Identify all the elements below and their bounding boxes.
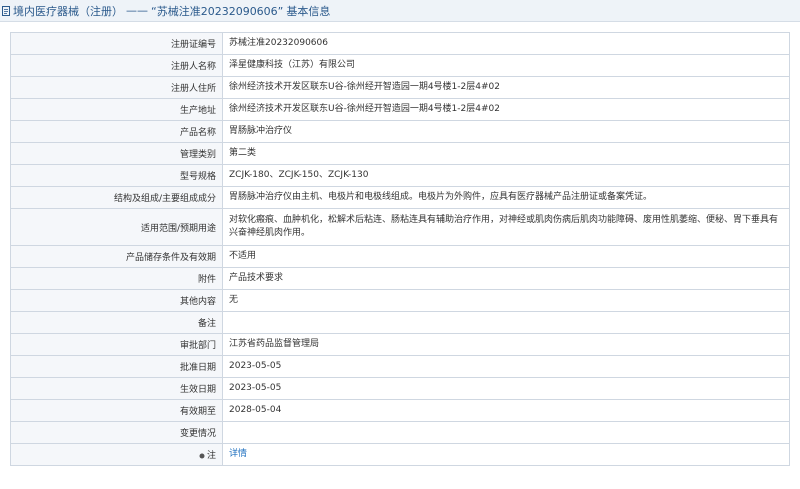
field-label: 结构及组成/主要组成成分 <box>10 186 223 209</box>
field-value: 徐州经济技术开发区联东U谷-徐州经开智造园一期4号楼1-2层4#02 <box>222 98 790 121</box>
detail-table-container: 注册证编号 苏械注准20232090606 注册人名称 泽星健康科技（江苏）有限… <box>10 32 790 466</box>
field-label: 注册人住所 <box>10 76 223 99</box>
field-label: 生产地址 <box>10 98 223 121</box>
table-row: 附件 产品技术要求 <box>10 267 790 290</box>
field-value: 详情 <box>222 443 790 466</box>
table-row: 其他内容 无 <box>10 289 790 312</box>
page-title: “苏械注准20232090606” <box>151 4 284 18</box>
field-value: 胃肠脉冲治疗仪 <box>222 120 790 143</box>
table-row: 生效日期 2023-05-05 <box>10 377 790 400</box>
table-row: 注册人名称 泽星健康科技（江苏）有限公司 <box>10 54 790 77</box>
field-label: 变更情况 <box>10 421 223 444</box>
table-row: 产品名称 胃肠脉冲治疗仪 <box>10 120 790 143</box>
field-value <box>222 311 790 334</box>
field-label: 注 <box>206 451 216 461</box>
field-label: 产品名称 <box>10 120 223 143</box>
field-label: 注册证编号 <box>10 32 223 55</box>
field-label: 适用范围/预期用途 <box>10 208 223 246</box>
document-icon <box>2 5 10 16</box>
field-label: 产品储存条件及有效期 <box>10 245 223 268</box>
table-row: 变更情况 <box>10 421 790 444</box>
field-label: 备注 <box>10 311 223 334</box>
table-row: 注 详情 <box>10 443 790 466</box>
field-value <box>222 421 790 444</box>
table-row: 型号规格 ZCJK-180、ZCJK-150、ZCJK-130 <box>10 164 790 187</box>
field-value: 胃肠脉冲治疗仪由主机、电极片和电极线组成。电极片为外购件，应具有医疗器械产品注册… <box>222 186 790 209</box>
table-row: 备注 <box>10 311 790 334</box>
field-value: 2023-05-05 <box>222 377 790 400</box>
breadcrumb-separator: —— <box>126 4 148 17</box>
pin-icon <box>199 453 205 458</box>
table-row: 适用范围/预期用途 对软化瘢痕、血肿机化，松解术后粘连、肠粘连具有辅助治疗作用，… <box>10 208 790 246</box>
table-row: 结构及组成/主要组成成分 胃肠脉冲治疗仪由主机、电极片和电极线组成。电极片为外购… <box>10 186 790 209</box>
field-value: ZCJK-180、ZCJK-150、ZCJK-130 <box>222 164 790 187</box>
note-label-cell: 注 <box>10 443 223 466</box>
field-value: 2028-05-04 <box>222 399 790 422</box>
page-header: 境内医疗器械（注册） —— “苏械注准20232090606” 基本信息 <box>0 0 800 22</box>
field-label: 注册人名称 <box>10 54 223 77</box>
field-value: 产品技术要求 <box>222 267 790 290</box>
table-row: 审批部门 江苏省药品监督管理局 <box>10 333 790 356</box>
field-label: 批准日期 <box>10 355 223 378</box>
field-label: 其他内容 <box>10 289 223 312</box>
field-value: 第二类 <box>222 142 790 165</box>
table-row: 生产地址 徐州经济技术开发区联东U谷-徐州经开智造园一期4号楼1-2层4#02 <box>10 98 790 121</box>
field-value: 苏械注准20232090606 <box>222 32 790 55</box>
table-row: 产品储存条件及有效期 不适用 <box>10 245 790 268</box>
field-value: 不适用 <box>222 245 790 268</box>
table-row: 批准日期 2023-05-05 <box>10 355 790 378</box>
page-title-suffix: 基本信息 <box>286 4 331 18</box>
field-label: 管理类别 <box>10 142 223 165</box>
table-row: 注册人住所 徐州经济技术开发区联东U谷-徐州经开智造园一期4号楼1-2层4#02 <box>10 76 790 99</box>
field-value: 江苏省药品监督管理局 <box>222 333 790 356</box>
table-row: 管理类别 第二类 <box>10 142 790 165</box>
table-row: 有效期至 2028-05-04 <box>10 399 790 422</box>
field-value: 徐州经济技术开发区联东U谷-徐州经开智造园一期4号楼1-2层4#02 <box>222 76 790 99</box>
field-value: 2023-05-05 <box>222 355 790 378</box>
field-value: 对软化瘢痕、血肿机化，松解术后粘连、肠粘连具有辅助治疗作用，对神经或肌肉伤病后肌… <box>222 208 790 246</box>
detail-table: 注册证编号 苏械注准20232090606 注册人名称 泽星健康科技（江苏）有限… <box>10 32 790 466</box>
breadcrumb-root[interactable]: 境内医疗器械（注册） <box>13 3 123 19</box>
details-link[interactable]: 详情 <box>229 449 247 459</box>
field-label: 有效期至 <box>10 399 223 422</box>
field-label: 审批部门 <box>10 333 223 356</box>
table-row: 注册证编号 苏械注准20232090606 <box>10 32 790 55</box>
field-label: 附件 <box>10 267 223 290</box>
field-value: 无 <box>222 289 790 312</box>
field-value: 泽星健康科技（江苏）有限公司 <box>222 54 790 77</box>
field-label: 生效日期 <box>10 377 223 400</box>
field-label: 型号规格 <box>10 164 223 187</box>
